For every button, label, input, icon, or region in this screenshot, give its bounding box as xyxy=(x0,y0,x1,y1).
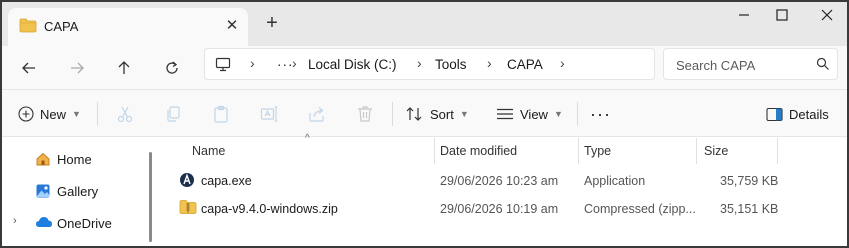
breadcrumb-separator[interactable]: › xyxy=(560,55,565,71)
more-options-button[interactable]: ··· xyxy=(590,102,611,126)
refresh-icon xyxy=(166,61,178,74)
arrow-right-icon xyxy=(71,62,84,74)
arrow-left-icon xyxy=(22,62,35,74)
file-size: 35,759 KB xyxy=(720,174,779,188)
file-list: ^ Name Date modified Type Size capa.exe … xyxy=(159,133,847,246)
folder-icon xyxy=(19,18,37,36)
cloud-icon xyxy=(35,215,53,232)
details-pane-button[interactable]: Details xyxy=(766,102,829,126)
rename-icon[interactable] xyxy=(259,104,279,124)
details-label: Details xyxy=(789,106,829,122)
sidebar-item-label: Gallery xyxy=(57,183,99,199)
breadcrumb-separator[interactable]: › xyxy=(487,55,492,71)
back-button[interactable] xyxy=(16,55,42,81)
new-label: New xyxy=(40,106,67,122)
chevron-down-icon: ▼ xyxy=(459,109,469,119)
column-header-type[interactable]: Type xyxy=(584,144,611,158)
column-divider[interactable] xyxy=(434,138,435,164)
command-bar: New ▼ Sort ▼ View ▼ ··· Details xyxy=(2,89,847,137)
column-divider[interactable] xyxy=(696,138,697,164)
breadcrumb-local-disk[interactable]: Local Disk (C:) xyxy=(308,57,397,72)
up-button[interactable] xyxy=(111,55,137,81)
title-bar: CAPA ✕ + xyxy=(2,2,847,46)
home-icon xyxy=(35,151,51,170)
chevron-down-icon: ▼ xyxy=(72,109,81,119)
breadcrumb-separator[interactable]: › xyxy=(292,55,297,71)
sort-label: Sort xyxy=(430,106,454,122)
copy-icon[interactable] xyxy=(163,104,183,124)
file-name[interactable]: capa-v9.4.0-windows.zip xyxy=(201,202,338,216)
view-list-icon xyxy=(497,108,513,120)
share-icon[interactable] xyxy=(307,104,327,124)
file-type: Compressed (zipp... xyxy=(584,202,696,216)
tab-title: CAPA xyxy=(44,19,79,34)
delete-icon[interactable] xyxy=(355,104,375,124)
sidebar-item-gallery[interactable]: Gallery xyxy=(2,178,148,204)
sidebar-scrollbar[interactable] xyxy=(149,152,152,242)
details-pane-icon xyxy=(766,107,783,121)
search-icon[interactable] xyxy=(816,57,830,74)
file-date: 29/06/2026 10:19 am xyxy=(440,202,559,216)
minimize-button[interactable] xyxy=(729,8,759,30)
sort-button[interactable]: Sort ▼ xyxy=(406,102,469,126)
column-divider[interactable] xyxy=(578,138,579,164)
navigation-pane: Home Gallery › OneDrive xyxy=(2,138,152,246)
chevron-down-icon: ▼ xyxy=(553,109,563,119)
sidebar-item-onedrive[interactable]: › OneDrive xyxy=(2,210,148,236)
sort-icon xyxy=(406,107,422,121)
arrow-up-icon xyxy=(118,61,130,74)
refresh-button[interactable] xyxy=(159,55,185,81)
column-divider[interactable] xyxy=(777,138,778,164)
navigation-bar: › ··· › Local Disk (C:) › Tools › CAPA › xyxy=(2,46,847,89)
view-label: View xyxy=(520,106,548,122)
forward-button[interactable] xyxy=(64,55,90,81)
new-tab-button[interactable]: + xyxy=(261,13,283,35)
close-tab-button[interactable]: ✕ xyxy=(222,16,242,36)
column-header-size[interactable]: Size xyxy=(704,144,728,158)
file-type: Application xyxy=(584,174,646,188)
divider xyxy=(392,102,393,126)
column-header-name[interactable]: Name xyxy=(192,144,225,158)
file-row[interactable]: capa-v9.4.0-windows.zip 29/06/2026 10:19… xyxy=(159,196,847,222)
breadcrumb-tools[interactable]: Tools xyxy=(435,57,467,72)
gallery-icon xyxy=(35,183,51,202)
address-bar[interactable]: › ··· › Local Disk (C:) › Tools › CAPA › xyxy=(204,48,655,80)
sidebar-item-label: OneDrive xyxy=(57,215,112,231)
breadcrumb-separator[interactable]: › xyxy=(417,55,422,71)
zip-folder-icon xyxy=(179,199,197,218)
breadcrumb-capa[interactable]: CAPA xyxy=(507,57,543,72)
breadcrumb-separator[interactable]: › xyxy=(250,55,255,71)
divider xyxy=(97,102,98,126)
column-headers: Name Date modified Type Size xyxy=(159,138,847,164)
sidebar-item-home[interactable]: Home xyxy=(2,146,148,172)
maximize-button[interactable] xyxy=(767,8,797,30)
close-window-button[interactable] xyxy=(812,8,842,30)
search-box[interactable] xyxy=(663,48,838,80)
file-name[interactable]: capa.exe xyxy=(201,174,252,188)
search-input[interactable] xyxy=(676,55,811,75)
explorer-window: CAPA ✕ + › ··· › Local Disk (C:) › Tools… xyxy=(0,0,849,248)
computer-icon xyxy=(215,57,231,75)
paste-icon[interactable] xyxy=(211,104,231,124)
plus-circle-icon xyxy=(18,106,34,122)
tab-capa[interactable]: CAPA ✕ xyxy=(8,8,248,46)
divider xyxy=(577,102,578,126)
file-size: 35,151 KB xyxy=(720,202,779,216)
view-button[interactable]: View ▼ xyxy=(496,102,563,126)
column-header-date[interactable]: Date modified xyxy=(440,144,517,158)
cut-icon[interactable] xyxy=(115,104,135,124)
new-button[interactable]: New ▼ xyxy=(18,102,81,126)
app-icon xyxy=(179,171,195,192)
file-row[interactable]: capa.exe 29/06/2026 10:23 am Application… xyxy=(159,168,847,194)
chevron-right-icon[interactable]: › xyxy=(13,215,17,227)
sidebar-item-label: Home xyxy=(57,151,92,167)
file-date: 29/06/2026 10:23 am xyxy=(440,174,559,188)
